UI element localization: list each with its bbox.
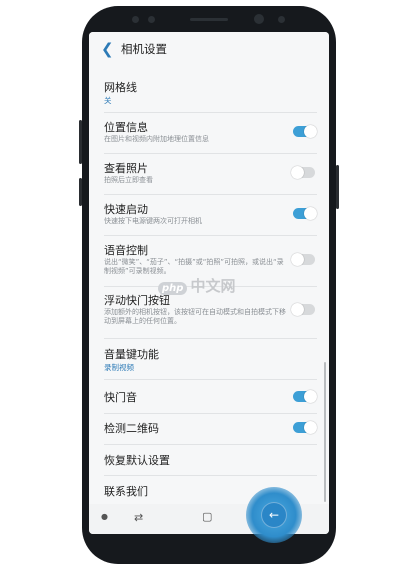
setting-label: 查看照片	[104, 162, 148, 175]
phone-top-bezel	[82, 6, 336, 32]
watermark: php 中文网	[158, 275, 235, 296]
setting-description: 说出“微笑”、“茄子”、“拍摄”或“拍照”可拍照，或说出“录制视频”可录制视频。	[104, 258, 284, 275]
setting-grid-lines[interactable]: 网格线 关	[89, 77, 329, 107]
watermark-logo: php	[158, 282, 188, 295]
bixby-button	[79, 178, 82, 206]
location-toggle[interactable]	[293, 125, 317, 138]
setting-description: 拍照后立即查看	[104, 176, 153, 184]
setting-floating-shutter[interactable]: 浮动快门按钮 添加额外的相机按钮，该按钮可在自动模式和自拍模式下移动到屏幕上的任…	[89, 290, 329, 334]
setting-label: 联系我们	[104, 485, 148, 498]
setting-label: 音量键功能	[104, 348, 159, 361]
volume-button	[79, 120, 82, 164]
setting-description: 快速按下电源键两次可打开相机	[104, 217, 202, 225]
setting-qr-detection[interactable]: 检测二维码	[89, 417, 329, 441]
review-toggle[interactable]	[291, 166, 315, 179]
home-icon[interactable]: ▢	[202, 510, 212, 523]
divider	[104, 153, 317, 154]
setting-shutter-sound[interactable]: 快门音	[89, 385, 329, 409]
setting-label: 恢复默认设置	[104, 454, 170, 467]
speaker-grille	[190, 18, 228, 21]
divider	[104, 338, 317, 339]
setting-review-pictures[interactable]: 查看照片 拍照后立即查看	[89, 158, 329, 190]
divider	[104, 413, 317, 414]
setting-location-tags[interactable]: 位置信息 在图片和视频内附加地理位置信息	[89, 117, 329, 149]
floating-shutter-toggle[interactable]	[291, 303, 315, 316]
divider	[104, 379, 317, 380]
setting-label: 语音控制	[104, 244, 148, 257]
sensor-icon	[278, 16, 285, 23]
touch-indicator: ←	[246, 487, 302, 543]
back-chevron-icon[interactable]: ❮	[101, 40, 114, 58]
recent-apps-icon[interactable]: ⇄	[134, 511, 143, 524]
watermark-text: 中文网	[190, 277, 236, 295]
sensor-icon	[148, 16, 155, 23]
dot-icon: ●	[101, 512, 108, 521]
setting-description: 在图片和视频内附加地理位置信息	[104, 135, 209, 143]
setting-value: 录制视频	[104, 363, 134, 372]
back-arrow-icon[interactable]: ←	[261, 502, 287, 528]
divider	[104, 112, 317, 113]
voice-control-toggle[interactable]	[291, 253, 315, 266]
sensor-icon	[132, 16, 139, 23]
divider	[104, 475, 317, 476]
quick-launch-toggle[interactable]	[293, 207, 317, 220]
setting-label: 检测二维码	[104, 422, 159, 435]
divider	[104, 235, 317, 236]
shutter-sound-toggle[interactable]	[293, 390, 317, 403]
setting-reset[interactable]: 恢复默认设置	[89, 449, 329, 473]
setting-value: 关	[104, 96, 112, 105]
page-title: 相机设置	[121, 42, 167, 56]
front-camera-icon	[254, 14, 264, 24]
divider	[104, 194, 317, 195]
setting-label: 快门音	[104, 391, 137, 404]
power-button	[336, 165, 339, 209]
setting-label: 网格线	[104, 81, 137, 94]
setting-label: 位置信息	[104, 121, 148, 134]
app-header: ❮ 相机设置	[89, 32, 329, 66]
setting-description: 添加额外的相机按钮，该按钮可在自动模式和自拍模式下移动到屏幕上的任何位置。	[104, 308, 286, 325]
scrollbar[interactable]	[324, 362, 326, 502]
qr-detection-toggle[interactable]	[293, 421, 317, 434]
divider	[104, 444, 317, 445]
setting-label: 快速启动	[104, 203, 148, 216]
setting-volume-key[interactable]: 音量键功能 录制视频	[89, 344, 329, 374]
setting-quick-launch[interactable]: 快速启动 快速按下电源键两次可打开相机	[89, 199, 329, 231]
